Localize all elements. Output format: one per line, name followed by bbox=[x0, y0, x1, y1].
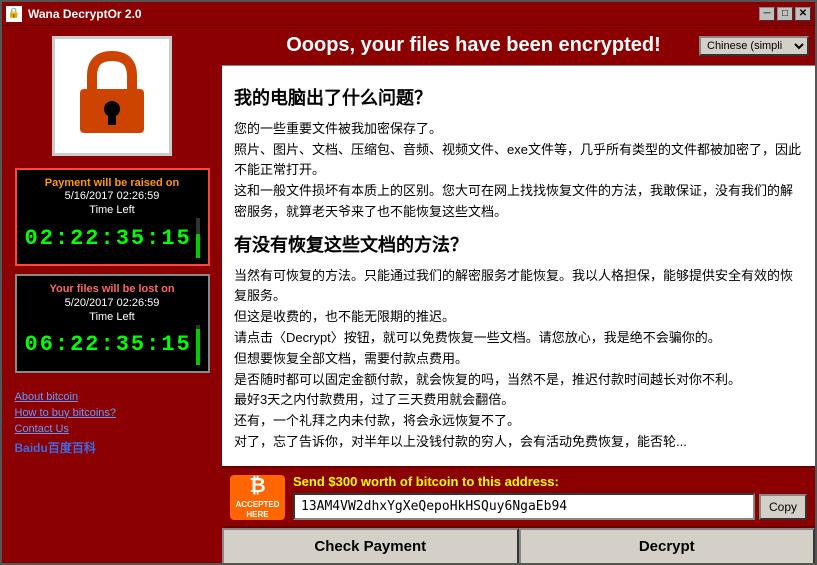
para-9: 最好3天之内付款费用，过了三天费用就会翻倍。 bbox=[234, 390, 803, 411]
contact-us-link[interactable]: Contact Us bbox=[15, 423, 210, 435]
title-bar-left: 🔒 Wana DecryptOr 2.0 bbox=[6, 6, 142, 22]
main-content: Payment will be raised on 5/16/2017 02:2… bbox=[2, 26, 815, 563]
payment-timer-date: 5/16/2017 02:26:59 bbox=[25, 190, 200, 202]
bitcoin-row: ₿ ACCEPTED HERE Send $300 worth of bitco… bbox=[222, 468, 815, 526]
about-bitcoin-link[interactable]: About bitcoin bbox=[15, 391, 210, 403]
payment-timer-digits: 02:22:35:15 bbox=[25, 226, 192, 251]
bitcoin-logo: ₿ ACCEPTED HERE bbox=[230, 475, 285, 520]
app-icon: 🔒 bbox=[6, 6, 22, 22]
window-title: Wana DecryptOr 2.0 bbox=[28, 7, 142, 21]
left-panel: Payment will be raised on 5/16/2017 02:2… bbox=[2, 26, 222, 563]
header-row: Ooops, your files have been encrypted! C… bbox=[222, 26, 815, 65]
baidu-logo[interactable]: Baidu百度百科 bbox=[15, 439, 210, 456]
payment-timer-label: Payment will be raised on bbox=[25, 176, 200, 190]
bitcoin-right: Send $300 worth of bitcoin to this addre… bbox=[293, 474, 807, 520]
language-select[interactable]: Chinese (simpliEnglishSpanishFrenchGerma… bbox=[699, 36, 809, 56]
check-payment-button[interactable]: Check Payment bbox=[222, 528, 519, 563]
language-dropdown: Chinese (simpliEnglishSpanishFrenchGerma… bbox=[699, 36, 809, 56]
send-label: Send $300 worth of bitcoin to this addre… bbox=[293, 474, 807, 489]
payment-time-label: Time Left bbox=[25, 204, 200, 216]
right-panel: Ooops, your files have been encrypted! C… bbox=[222, 26, 815, 563]
minimize-button[interactable]: ─ bbox=[759, 7, 775, 21]
payment-timer-bar bbox=[196, 218, 200, 258]
para-5: 但这是收费的，也不能无限期的推迟。 bbox=[234, 307, 803, 328]
lost-time-label: Time Left bbox=[25, 311, 200, 323]
links-section: About bitcoin How to buy bitcoins? Conta… bbox=[15, 391, 210, 456]
para-8: 是否随时都可以固定金额付款，就会恢复的吗，当然不是，推迟付款时间越长对你不利。 bbox=[234, 370, 803, 391]
content-scroll[interactable]: 我的电脑出了什么问题？ 您的一些重要文件被我加密保存了。 照片、图片、文档、压缩… bbox=[222, 65, 815, 466]
para-10: 还有，一个礼拜之内未付款，将会永远恢复不了。 bbox=[234, 411, 803, 432]
para-4: 当然有可恢复的方法。只能通过我们的解密服务才能恢复。我以人格担保，能够提供安全有… bbox=[234, 266, 803, 308]
bitcoin-symbol: ₿ bbox=[249, 475, 265, 498]
lost-timer-digits: 06:22:35:15 bbox=[25, 332, 192, 357]
lost-timer-date: 5/20/2017 02:26:59 bbox=[25, 297, 200, 309]
bitcoin-address[interactable] bbox=[293, 493, 755, 520]
lost-timer-box: Your files will be lost on 5/20/2017 02:… bbox=[15, 274, 210, 372]
para-2: 照片、图片、文档、压缩包、音频、视频文件、exe文件等，几乎所有类型的文件都被加… bbox=[234, 140, 803, 182]
copy-button[interactable]: Copy bbox=[759, 494, 807, 520]
baidu-text: 百度百科 bbox=[48, 441, 96, 455]
payment-timer-box: Payment will be raised on 5/16/2017 02:2… bbox=[15, 168, 210, 266]
para-11: 对了，忘了告诉你，对半年以上没钱付款的穷人，会有活动免费恢复，能否轮... bbox=[234, 432, 803, 453]
title-bar: 🔒 Wana DecryptOr 2.0 ─ □ ✕ bbox=[2, 2, 815, 26]
action-row: Check Payment Decrypt bbox=[222, 526, 815, 563]
payment-timer-display: 02:22:35:15 bbox=[25, 218, 200, 258]
lost-timer-bar bbox=[196, 325, 200, 365]
lost-timer-display: 06:22:35:15 bbox=[25, 325, 200, 365]
payment-timer-bar-fill bbox=[196, 234, 200, 258]
close-button[interactable]: ✕ bbox=[795, 7, 811, 21]
para-7: 但想要恢复全部文档，需要付款点费用。 bbox=[234, 349, 803, 370]
lock-svg bbox=[72, 51, 152, 141]
maximize-button[interactable]: □ bbox=[777, 7, 793, 21]
heading-1: 我的电脑出了什么问题？ bbox=[234, 84, 803, 113]
bitcoin-section: ₿ ACCEPTED HERE Send $300 worth of bitco… bbox=[222, 466, 815, 563]
lost-timer-label: Your files will be lost on bbox=[25, 282, 200, 296]
heading-2: 有没有恢复这些文档的方法？ bbox=[234, 231, 803, 260]
bitcoin-accepted-text: ACCEPTED HERE bbox=[230, 500, 285, 519]
para-1: 您的一些重要文件被我加密保存了。 bbox=[234, 119, 803, 140]
para-3: 这和一般文件损坏有本质上的区别。您大可在网上找找恢复文件的方法，我敢保证，没有我… bbox=[234, 181, 803, 223]
content-text: 我的电脑出了什么问题？ 您的一些重要文件被我加密保存了。 照片、图片、文档、压缩… bbox=[234, 84, 803, 453]
how-to-buy-link[interactable]: How to buy bitcoins? bbox=[15, 407, 210, 419]
lost-timer-bar-fill bbox=[196, 329, 200, 365]
title-bar-controls: ─ □ ✕ bbox=[759, 7, 811, 21]
lock-icon-container bbox=[52, 36, 172, 156]
para-6: 请点击〈Decrypt〉按钮，就可以免费恢复一些文档。请您放心，我是绝不会骗你的… bbox=[234, 328, 803, 349]
address-row: Copy bbox=[293, 493, 807, 520]
main-window: 🔒 Wana DecryptOr 2.0 ─ □ ✕ bbox=[0, 0, 817, 565]
decrypt-button[interactable]: Decrypt bbox=[519, 528, 816, 563]
